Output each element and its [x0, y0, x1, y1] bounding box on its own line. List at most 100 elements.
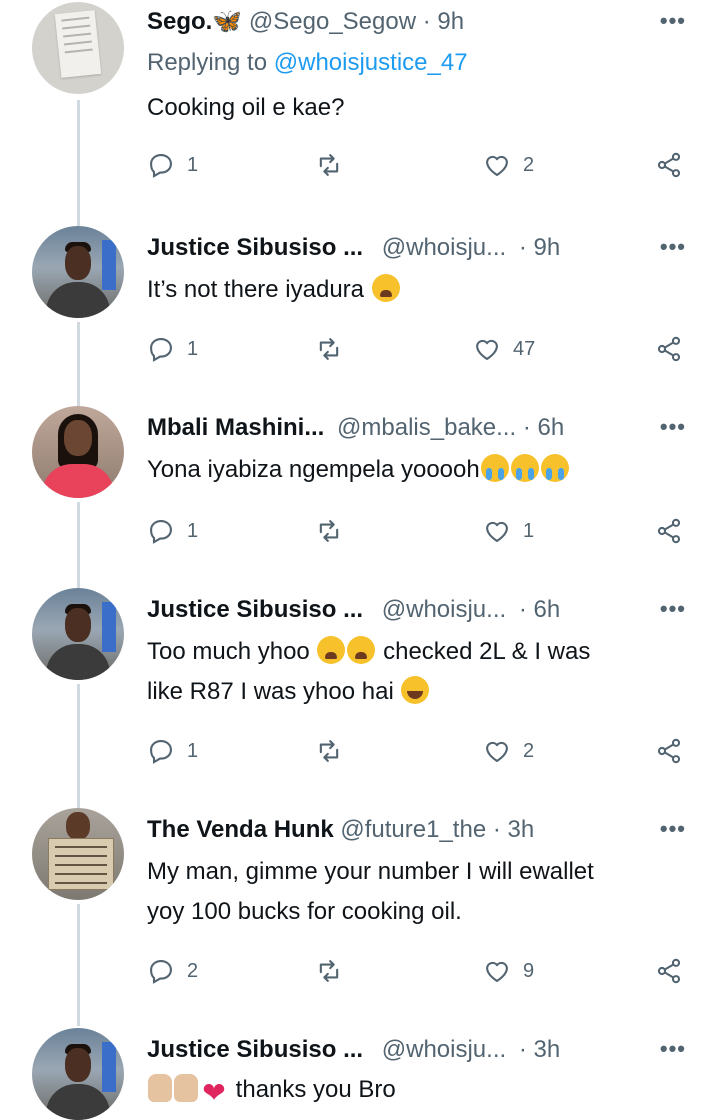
reply-button[interactable]: 1 — [147, 516, 198, 546]
more-options-icon[interactable]: ••• — [660, 596, 686, 622]
timestamp[interactable]: · 9h — [423, 8, 464, 35]
tweet-actions: 2 9 — [147, 956, 707, 986]
avatar[interactable] — [32, 226, 124, 318]
avatar[interactable] — [32, 1028, 124, 1120]
reply-mention-link[interactable]: @whoisjustice_47 — [274, 49, 468, 76]
author-name[interactable]: Justice Sibusiso ... — [147, 234, 363, 261]
tweet-text: ❤ thanks you Bro — [147, 1070, 687, 1110]
author-handle[interactable]: @whoisju... — [382, 234, 506, 261]
tweet-actions: 1 2 — [147, 150, 707, 180]
author-handle[interactable]: @mbalis_bake... — [337, 414, 516, 441]
like-count: 1 — [523, 519, 535, 542]
like-button[interactable]: 1 — [483, 516, 534, 546]
like-icon — [486, 155, 508, 176]
folded-hands-emoji — [174, 1074, 198, 1102]
red-heart-emoji: ❤ — [202, 1077, 226, 1108]
like-button[interactable]: 2 — [483, 150, 534, 180]
tweet-actions: 1 47 — [147, 334, 707, 364]
more-options-icon[interactable]: ••• — [660, 8, 686, 34]
reply-button[interactable]: 2 — [147, 956, 198, 986]
reply-count: 1 — [187, 337, 199, 360]
retweet-button[interactable] — [315, 334, 343, 364]
share-icon — [657, 336, 681, 362]
tweet-text: My man, gimme your number I will ewallet… — [147, 852, 707, 932]
share-icon — [657, 518, 681, 544]
reply-button[interactable]: 1 — [147, 334, 198, 364]
timestamp[interactable]: · 6h — [519, 596, 560, 623]
author-handle[interactable]: @Sego_Segow — [249, 8, 416, 35]
like-count: 47 — [513, 337, 536, 360]
reply-icon — [150, 154, 172, 178]
tweet-text-content: thanks you Bro — [235, 1076, 396, 1103]
tweet-text: Cooking oil e kae? — [147, 88, 687, 128]
tweet[interactable]: The Venda Hunk @future1_the · 3h ••• My … — [0, 808, 720, 1028]
weary-face-emoji — [371, 274, 400, 302]
like-button[interactable]: 2 — [483, 736, 534, 766]
like-button[interactable]: 9 — [483, 956, 534, 986]
share-button[interactable] — [655, 956, 683, 986]
retweet-button[interactable] — [315, 956, 343, 986]
retweet-button[interactable] — [315, 150, 343, 180]
reply-button[interactable]: 1 — [147, 736, 198, 766]
tweet-text-content: yoy 100 bucks for cooking oil. — [147, 898, 462, 925]
timestamp[interactable]: · 3h — [519, 1036, 560, 1063]
retweet-icon — [319, 338, 339, 360]
more-options-icon[interactable]: ••• — [660, 414, 686, 440]
tweet-actions: 1 2 — [147, 736, 707, 766]
author-handle[interactable]: @whoisju... — [382, 1036, 506, 1063]
replying-to: Replying to @whoisjustice_47 — [147, 46, 468, 80]
reply-icon — [150, 520, 172, 544]
timestamp[interactable]: · 9h — [519, 234, 560, 261]
tweet-text-content: My man, gimme your number I will ewallet — [147, 858, 594, 885]
folded-hands-emoji — [148, 1074, 172, 1102]
tweet[interactable]: Sego.🦋 @Sego_Segow · 9h ••• Replying to … — [0, 0, 720, 222]
like-count: 2 — [523, 739, 535, 762]
retweet-button[interactable] — [315, 516, 343, 546]
loudly-crying-face-emoji — [480, 454, 509, 482]
reply-count: 1 — [187, 739, 199, 762]
weary-face-emoji — [347, 636, 376, 664]
avatar[interactable] — [32, 588, 124, 680]
retweet-button[interactable] — [315, 736, 343, 766]
loudly-crying-face-emoji — [540, 454, 569, 482]
more-options-icon[interactable]: ••• — [660, 1036, 686, 1062]
more-options-icon[interactable]: ••• — [660, 234, 686, 260]
retweet-icon — [319, 520, 339, 542]
retweet-icon — [319, 154, 339, 176]
share-button[interactable] — [655, 516, 683, 546]
reply-count: 1 — [187, 153, 199, 176]
author-handle[interactable]: @whoisju... — [382, 596, 506, 623]
avatar[interactable] — [32, 2, 124, 94]
timestamp[interactable]: · 6h — [523, 414, 564, 441]
share-button[interactable] — [655, 736, 683, 766]
share-button[interactable] — [655, 150, 683, 180]
author-name[interactable]: Sego.🦋 — [147, 8, 242, 35]
author-name[interactable]: Justice Sibusiso ... — [147, 1036, 363, 1063]
author-name[interactable]: Justice Sibusiso ... — [147, 596, 363, 623]
reply-count: 1 — [187, 519, 199, 542]
share-button[interactable] — [655, 334, 683, 364]
tweet-text-content: checked 2L & I was — [383, 638, 591, 665]
tweet-text-content: Yona iyabiza ngempela yooooh — [147, 456, 480, 483]
like-button[interactable]: 47 — [473, 334, 535, 364]
tweet-text: It’s not there iyadura — [147, 270, 687, 310]
like-icon — [486, 521, 508, 542]
tweet[interactable]: Mbali Mashini... @mbalis_bake... · 6h ••… — [0, 406, 720, 588]
author-handle[interactable]: @future1_the — [340, 816, 486, 843]
avatar[interactable] — [32, 808, 124, 900]
tweet-text-content: Too much yhoo — [147, 638, 310, 665]
more-options-icon[interactable]: ••• — [660, 816, 686, 842]
avatar[interactable] — [32, 406, 124, 498]
share-icon — [657, 152, 681, 178]
tweet[interactable]: Justice Sibusiso ... @whoisju... · 9h ••… — [0, 222, 720, 406]
tweet-text-content: Cooking oil e kae? — [147, 94, 345, 121]
reply-count: 2 — [187, 959, 199, 982]
tweet[interactable]: Justice Sibusiso ... @whoisju... · 3h ••… — [0, 1028, 720, 1120]
author-name[interactable]: Mbali Mashini... — [147, 414, 324, 441]
reply-button[interactable]: 1 — [147, 150, 198, 180]
author-name[interactable]: The Venda Hunk — [147, 816, 334, 843]
tweet[interactable]: Justice Sibusiso ... @whoisju... · 6h ••… — [0, 588, 720, 808]
timestamp[interactable]: · 3h — [493, 816, 534, 843]
like-count: 2 — [523, 153, 535, 176]
reply-icon — [150, 960, 172, 984]
